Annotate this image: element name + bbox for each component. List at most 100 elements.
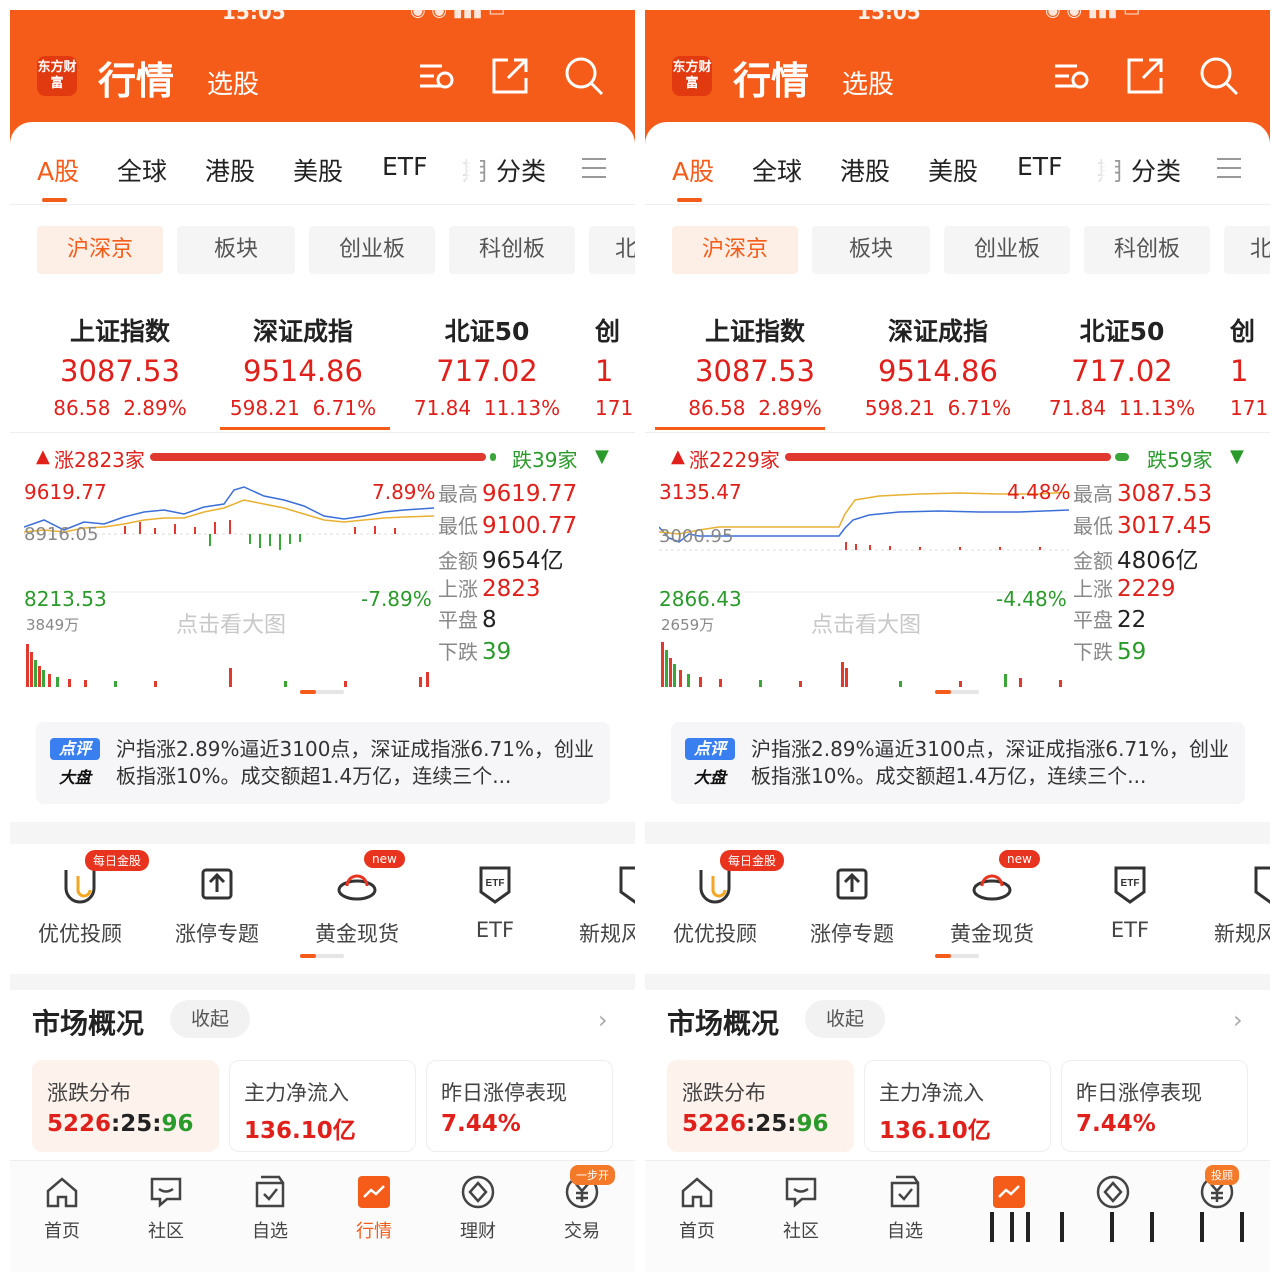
- shortcut-etf[interactable]: ETF ETF: [440, 844, 550, 942]
- share-icon[interactable]: [486, 52, 534, 100]
- filter-settings-icon[interactable]: [412, 52, 460, 100]
- shield-icon: [613, 862, 635, 906]
- subtab-star[interactable]: 科创板: [1084, 226, 1210, 274]
- index-sh[interactable]: 上证指数 3087.53 86.58 2.89%: [30, 312, 210, 420]
- menu-icon[interactable]: [1217, 158, 1241, 180]
- share-icon[interactable]: [1121, 52, 1169, 100]
- collapse-button[interactable]: 收起: [805, 1000, 885, 1038]
- tab-etf[interactable]: ETF: [382, 152, 427, 181]
- tab-a-shares[interactable]: A股: [672, 152, 714, 188]
- stat-high: 最高 3087.53: [1073, 481, 1213, 507]
- index-sh[interactable]: 上证指数 3087.53 86.58 2.89%: [665, 312, 845, 420]
- shortcut-youyou[interactable]: 每日金股 优优投顾: [25, 844, 150, 948]
- tab-a-shares[interactable]: A股: [37, 152, 79, 188]
- nav-home[interactable]: 首页: [657, 1173, 737, 1243]
- nav-community[interactable]: 社区: [761, 1173, 841, 1243]
- breadth-bar-down: [490, 453, 496, 461]
- card-limit-up-performance[interactable]: 昨日涨停表现 7.44%: [1061, 1060, 1248, 1152]
- collapse-button[interactable]: 收起: [170, 1000, 250, 1038]
- tab-category[interactable]: 分类: [496, 152, 546, 188]
- down-arrow-icon: ▼: [1230, 446, 1244, 467]
- subtab-chinext[interactable]: 创业板: [309, 226, 435, 274]
- index-bz50[interactable]: 北证50 717.02 71.84 11.13%: [1032, 312, 1212, 420]
- shortcut-new-rules[interactable]: 新规风: [1210, 844, 1270, 948]
- tab-global[interactable]: 全球: [752, 152, 802, 188]
- market-breadth[interactable]: ▲ 涨2229家 跌59家 ▼: [645, 444, 1270, 472]
- shortcut-new-rules[interactable]: 新规风: [575, 844, 635, 948]
- shortcut-pager: [935, 954, 979, 958]
- index-cy[interactable]: 创 1 171.: [595, 312, 635, 420]
- tab-us[interactable]: 美股: [293, 152, 343, 188]
- shortcut-youyou[interactable]: 每日金股 优优投顾: [660, 844, 785, 948]
- stock-picker-link[interactable]: 选股: [207, 64, 259, 101]
- tab-hk[interactable]: 港股: [205, 152, 255, 188]
- shortcut-gold[interactable]: new 黄金现货: [302, 844, 412, 948]
- card-net-inflow[interactable]: 主力净流入 136.10亿: [864, 1060, 1051, 1152]
- page-title[interactable]: 行情: [98, 50, 174, 105]
- subtab-hushenjing[interactable]: 沪深京: [37, 226, 163, 274]
- index-sz[interactable]: 深证成指 9514.86 598.21 6.71%: [213, 312, 393, 420]
- card-limit-up-performance[interactable]: 昨日涨停表现 7.44%: [426, 1060, 613, 1152]
- nav-finance[interactable]: [1073, 1173, 1153, 1211]
- market-breadth[interactable]: ▲ 涨2823家 跌39家 ▼: [10, 444, 635, 472]
- nav-trade[interactable]: 投顾: [1177, 1165, 1257, 1211]
- index-pct: 6.71%: [312, 396, 377, 420]
- tab-etf[interactable]: ETF: [1017, 152, 1062, 181]
- page-title[interactable]: 行情: [733, 50, 809, 105]
- market-commentary[interactable]: 点评 大盘 沪指涨2.89%逼近3100点，深证成指涨6.71%，创业板指涨10…: [671, 722, 1245, 804]
- status-icons: ◉ ◉ ▮▮▮ ▭: [410, 10, 506, 21]
- card-distribution[interactable]: 涨跌分布 5226:25:96: [667, 1060, 854, 1152]
- nav-home[interactable]: 首页: [22, 1173, 102, 1243]
- shortcut-limit-up[interactable]: 涨停专题: [162, 844, 272, 948]
- app-logo[interactable]: 东方财富: [37, 56, 77, 96]
- filter-settings-icon[interactable]: [1047, 52, 1095, 100]
- intraday-chart[interactable]: 9619.77 7.89% 8916.05 8213.53 -7.89% 384…: [23, 472, 436, 687]
- intraday-chart[interactable]: 3135.47 4.48% 3000.95 2866.43 -4.48% 265…: [658, 472, 1071, 687]
- chevron-right-icon[interactable]: ›: [598, 1006, 608, 1034]
- nav-trade[interactable]: 一步开 交易: [542, 1165, 622, 1243]
- subtab-sector[interactable]: 板块: [177, 226, 295, 274]
- status-time: 15:05: [857, 10, 921, 24]
- tab-global[interactable]: 全球: [117, 152, 167, 188]
- index-indicator: [220, 427, 390, 430]
- nav-community[interactable]: 社区: [126, 1173, 206, 1243]
- status-bar: 15:05 ◉ ◉ ▮▮▮ ▭: [10, 10, 635, 24]
- index-sz[interactable]: 深证成指 9514.86 598.21 6.71%: [848, 312, 1028, 420]
- index-name: 北证50: [1079, 317, 1165, 346]
- index-pct: 2.89%: [123, 396, 187, 420]
- market-commentary[interactable]: 点评 大盘 沪指涨2.89%逼近3100点，深证成指涨6.71%，创业板指涨10…: [36, 722, 610, 804]
- subtab-hushenjing[interactable]: 沪深京: [672, 226, 798, 274]
- tab-us[interactable]: 美股: [928, 152, 978, 188]
- nav-watchlist[interactable]: 自选: [230, 1173, 310, 1243]
- nav-finance[interactable]: 理财: [438, 1173, 518, 1243]
- shortcut-tag: new: [364, 850, 405, 868]
- subtab-bse[interactable]: 北: [589, 226, 635, 274]
- card-net-inflow[interactable]: 主力净流入 136.10亿: [229, 1060, 416, 1152]
- stock-picker-link[interactable]: 选股: [842, 64, 894, 101]
- app-logo[interactable]: 东方财富: [672, 56, 712, 96]
- subtab-bse[interactable]: 北: [1224, 226, 1270, 274]
- shortcut-etf[interactable]: ETF ETF: [1075, 844, 1185, 942]
- status-icons: ◉ ◉ ▮▮▮ ▭: [1045, 10, 1141, 21]
- intraday-chart-svg: [23, 486, 435, 687]
- chevron-right-icon[interactable]: ›: [1233, 1006, 1243, 1034]
- shortcut-gold[interactable]: new 黄金现货: [937, 844, 1047, 948]
- index-change: 171.: [1230, 396, 1270, 420]
- tab-hk[interactable]: 港股: [840, 152, 890, 188]
- shortcut-limit-up[interactable]: 涨停专题: [797, 844, 907, 948]
- search-icon[interactable]: [560, 52, 608, 100]
- nav-market[interactable]: [969, 1173, 1049, 1211]
- search-icon[interactable]: [1195, 52, 1243, 100]
- nav-market[interactable]: 行情: [334, 1173, 414, 1243]
- tab-category[interactable]: 分类: [1131, 152, 1181, 188]
- index-bz50[interactable]: 北证50 717.02 71.84 11.13%: [397, 312, 577, 420]
- card-distribution[interactable]: 涨跌分布 5226:25:96: [32, 1060, 219, 1152]
- subtab-chinext[interactable]: 创业板: [944, 226, 1070, 274]
- menu-icon[interactable]: [582, 158, 606, 180]
- nav-watchlist[interactable]: 自选: [865, 1173, 945, 1243]
- index-cy[interactable]: 创 1 171.: [1230, 312, 1270, 420]
- index-change: 598.21: [864, 396, 935, 420]
- subtab-sector[interactable]: 板块: [812, 226, 930, 274]
- subtab-star[interactable]: 科创板: [449, 226, 575, 274]
- index-value: 3087.53: [695, 354, 815, 388]
